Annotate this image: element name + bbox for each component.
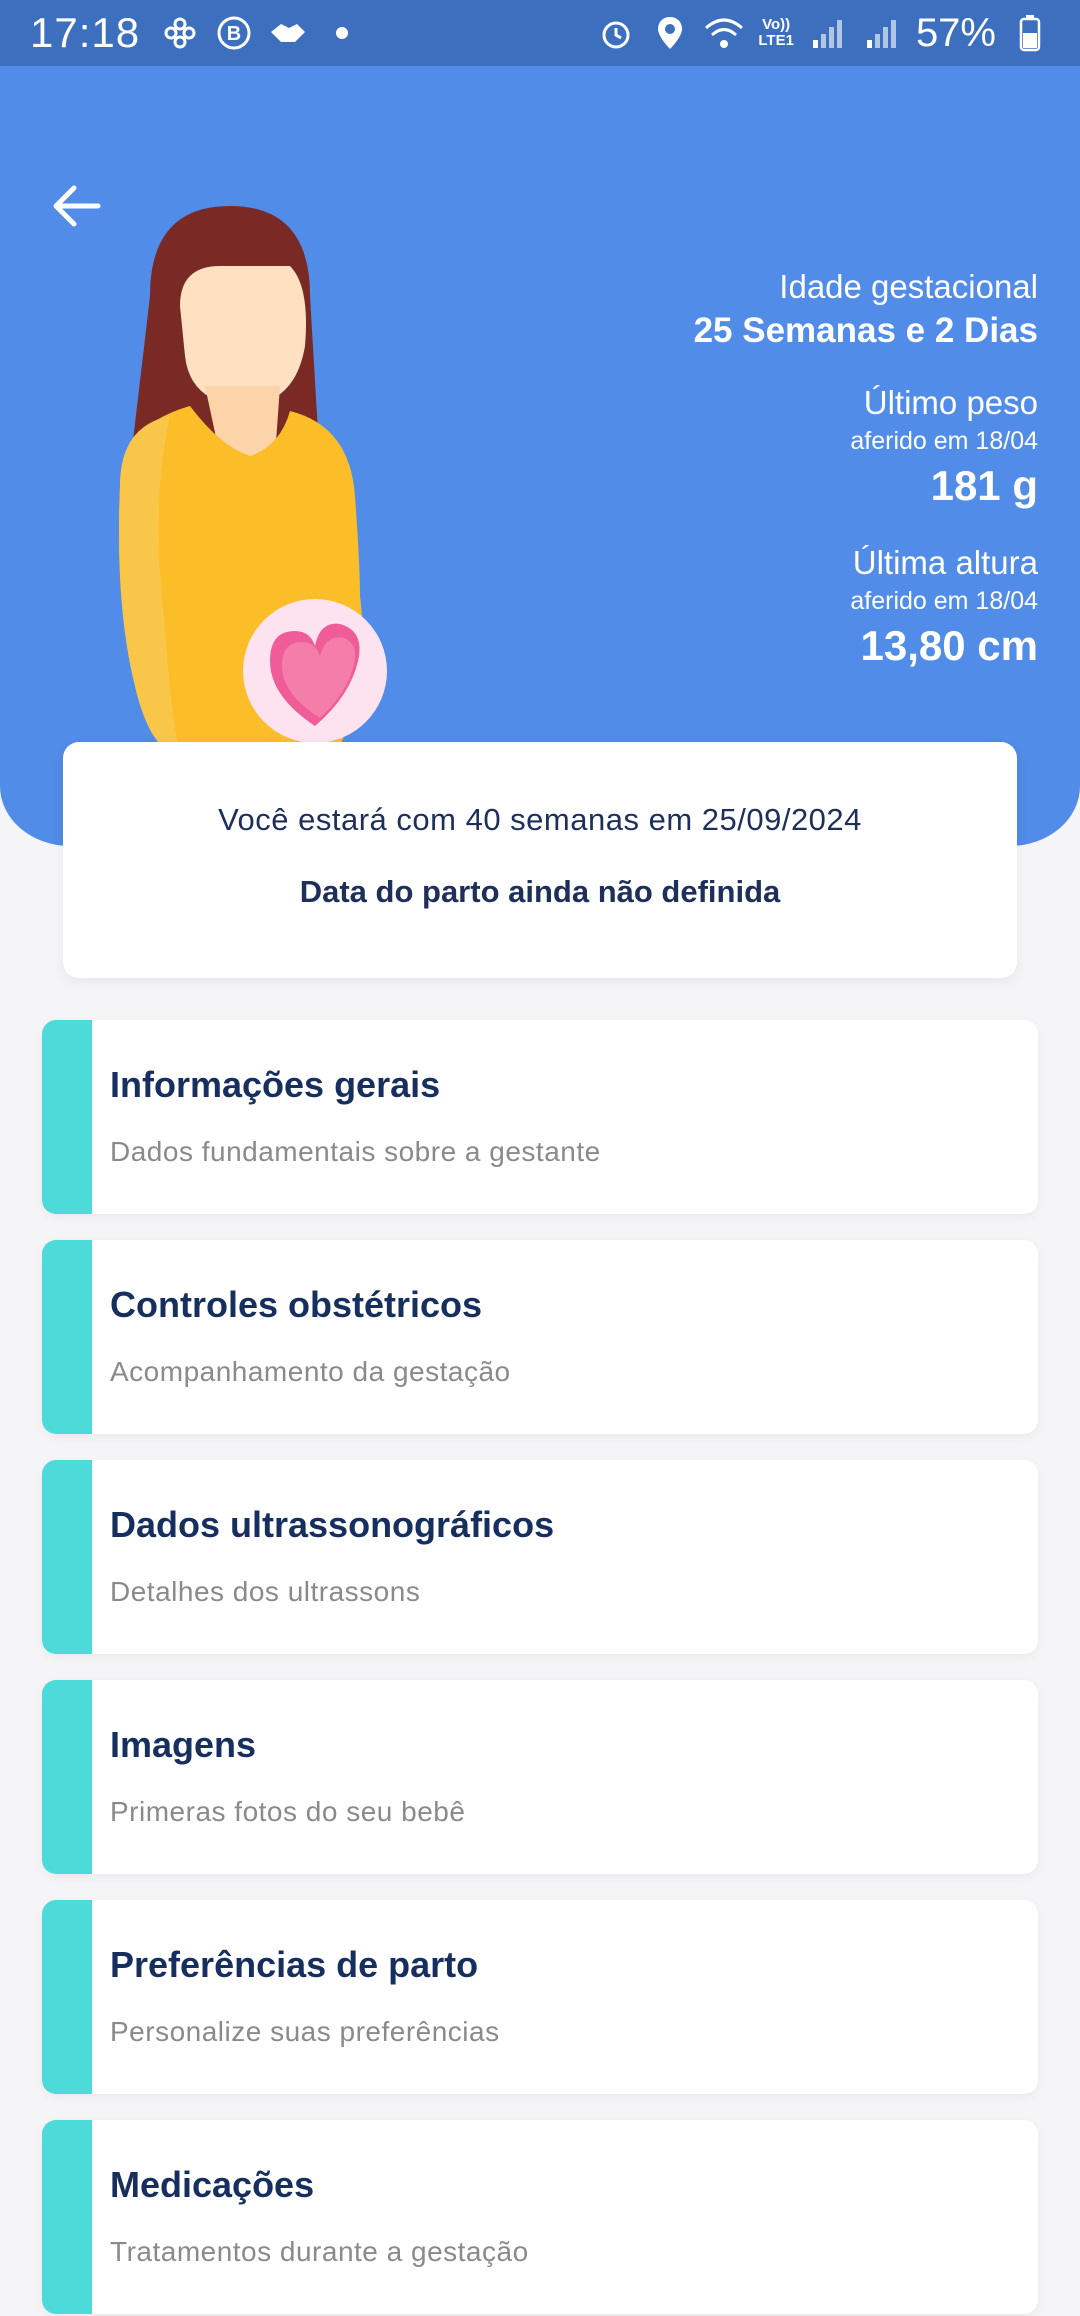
forty-weeks-date: Você estará com 40 semanas em 25/09/2024 [218,802,862,837]
gestational-age-value: 25 Semanas e 2 Dias [693,311,1038,350]
accent-bar [42,1460,92,1654]
menu-item-title: Informações gerais [110,1064,441,1105]
menu-item-obstetric-controls[interactable]: Controles obstétricos Acompanhamento da … [42,1240,1038,1434]
menu-item-subtitle: Detalhes dos ultrassons [110,1576,421,1607]
arrow-left-icon [53,185,101,227]
b-badge-icon: B [214,13,254,53]
pregnancy-stats: Idade gestacional 25 Semanas e 2 Dias Úl… [438,266,1038,674]
accent-bar [42,1020,92,1214]
delivery-date-status: Data do parto ainda não definida [299,874,781,909]
wifi-icon [704,13,744,53]
pregnancy-header: Idade gestacional 25 Semanas e 2 Dias Úl… [0,66,1080,846]
svg-text:B: B [227,23,241,45]
height-value: 13,80 cm [860,622,1038,669]
menu-item-subtitle: Primeras fotos do seu bebê [110,1796,466,1827]
height-label: Última altura [852,544,1038,581]
menu-item-birth-preferences[interactable]: Preferências de parto Personalize suas p… [42,1900,1038,2094]
due-date-card: Você estará com 40 semanas em 25/09/2024… [63,742,1017,978]
weight-label: Último peso [863,384,1038,421]
pregnant-woman-illustration [119,206,387,773]
status-time: 17:18 [30,9,141,56]
menu-item-medications[interactable]: Medicações Tratamentos durante a gestaçã… [42,2120,1038,2314]
status-bar: 17:18 B Vo)) LTE1 57% [0,0,1080,66]
menu-item-ultrasound-data[interactable]: Dados ultrassonográficos Detalhes dos ul… [42,1460,1038,1654]
menu-item-title: Controles obstétricos [110,1284,483,1325]
flower-icon [160,13,200,53]
gestational-age-label: Idade gestacional [779,268,1038,305]
accent-bar [42,1900,92,2094]
battery-icon [1010,13,1050,53]
menu-item-subtitle: Tratamentos durante a gestação [110,2236,529,2267]
menu-item-images[interactable]: Imagens Primeras fotos do seu bebê [42,1680,1038,1874]
height-date: aferido em 18/04 [850,587,1038,615]
weight-date: aferido em 18/04 [850,427,1038,455]
handshake-icon [268,13,308,53]
signal-icon [808,13,848,53]
location-icon [650,13,690,53]
menu-item-title: Imagens [110,1724,257,1765]
menu-item-subtitle: Acompanhamento da gestação [110,1356,511,1387]
weight-value: 181 g [930,462,1038,509]
dot-icon [322,13,362,53]
menu-item-title: Dados ultrassonográficos [110,1504,555,1545]
menu-item-title: Medicações [110,2164,315,2205]
section-menu: Informações gerais Dados fundamentais so… [42,1020,1038,2316]
menu-item-general-info[interactable]: Informações gerais Dados fundamentais so… [42,1020,1038,1214]
network-label: Vo)) LTE1 [758,16,794,49]
accent-bar [42,2120,92,2314]
menu-item-title: Preferências de parto [110,1944,479,1985]
signal-icon-2 [862,13,902,53]
battery-percent: 57% [915,10,996,55]
menu-item-subtitle: Personalize suas preferências [110,2016,500,2047]
accent-bar [42,1240,92,1434]
alarm-icon [596,13,636,53]
menu-item-subtitle: Dados fundamentais sobre a gestante [110,1136,601,1167]
accent-bar [42,1680,92,1874]
back-button[interactable] [46,176,106,236]
